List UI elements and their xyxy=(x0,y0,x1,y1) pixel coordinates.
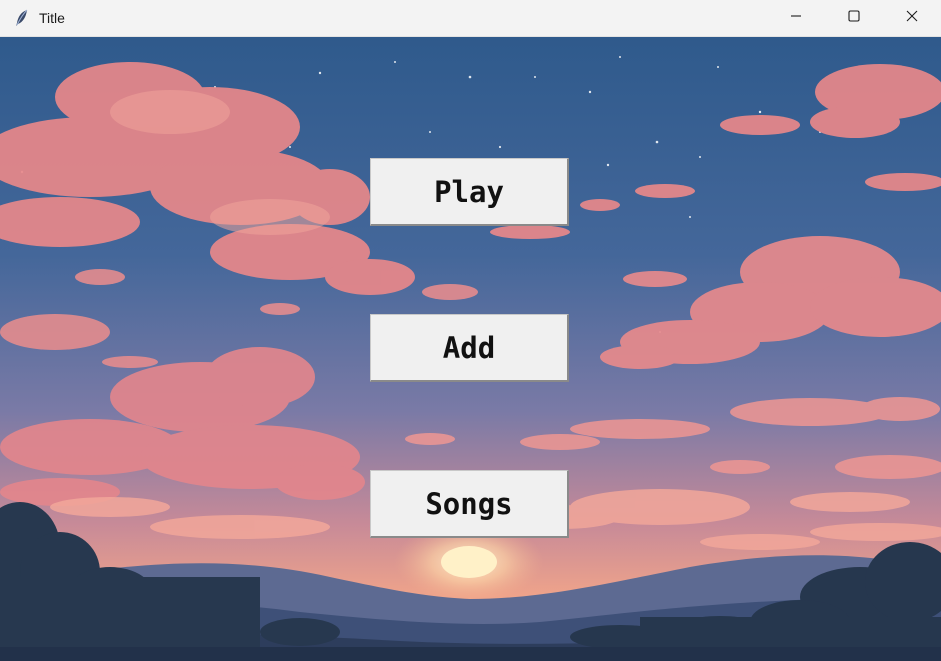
maximize-button[interactable] xyxy=(825,0,883,36)
minimize-button[interactable] xyxy=(767,0,825,36)
play-button[interactable]: Play xyxy=(370,158,569,226)
maximize-icon xyxy=(848,9,860,27)
title-bar[interactable]: Title xyxy=(0,0,941,37)
close-button[interactable] xyxy=(883,0,941,36)
close-icon xyxy=(906,9,918,27)
caption-buttons xyxy=(767,0,941,36)
songs-button[interactable]: Songs xyxy=(370,470,569,538)
background-canvas: Play Add Songs xyxy=(0,37,941,661)
minimize-icon xyxy=(790,9,802,27)
window-title: Title xyxy=(39,10,65,26)
add-button[interactable]: Add xyxy=(370,314,569,382)
app-window: Title Play Add Songs xyxy=(0,0,941,661)
feather-icon xyxy=(14,9,30,27)
